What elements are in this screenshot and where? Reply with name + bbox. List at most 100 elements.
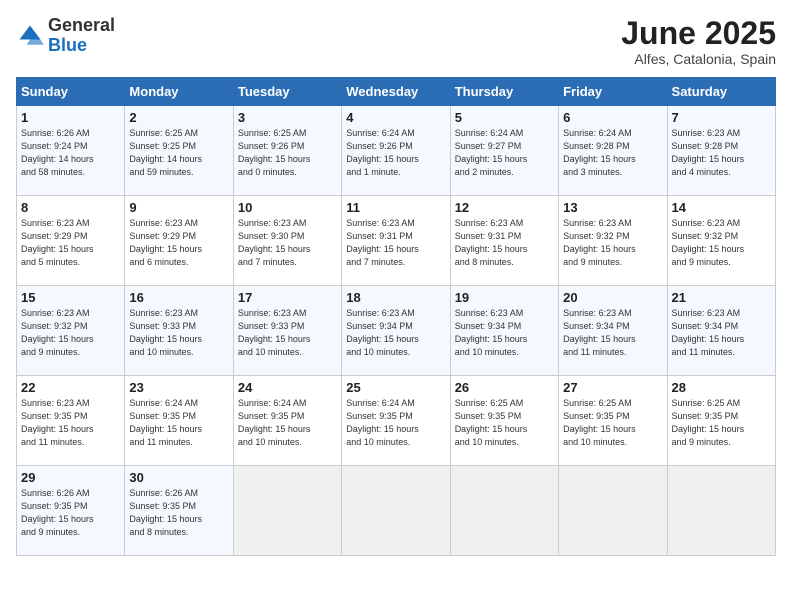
calendar-cell: 4 Sunrise: 6:24 AM Sunset: 9:26 PM Daylig… (342, 106, 450, 196)
day-info: Sunrise: 6:23 AM Sunset: 9:35 PM Dayligh… (21, 397, 120, 449)
day-info: Sunrise: 6:23 AM Sunset: 9:33 PM Dayligh… (238, 307, 337, 359)
day-info: Sunrise: 6:23 AM Sunset: 9:28 PM Dayligh… (672, 127, 771, 179)
weekday-header: Thursday (450, 78, 558, 106)
day-number: 7 (672, 110, 771, 125)
day-number: 19 (455, 290, 554, 305)
day-number: 11 (346, 200, 445, 215)
calendar-cell: 29 Sunrise: 6:26 AM Sunset: 9:35 PM Dayli… (17, 466, 125, 556)
calendar-table: SundayMondayTuesdayWednesdayThursdayFrid… (16, 77, 776, 556)
calendar-cell (450, 466, 558, 556)
calendar-cell: 30 Sunrise: 6:26 AM Sunset: 9:35 PM Dayli… (125, 466, 233, 556)
day-info: Sunrise: 6:25 AM Sunset: 9:35 PM Dayligh… (672, 397, 771, 449)
calendar-cell: 9 Sunrise: 6:23 AM Sunset: 9:29 PM Daylig… (125, 196, 233, 286)
day-info: Sunrise: 6:23 AM Sunset: 9:34 PM Dayligh… (455, 307, 554, 359)
day-number: 29 (21, 470, 120, 485)
day-number: 10 (238, 200, 337, 215)
day-number: 9 (129, 200, 228, 215)
calendar-cell: 21Sunrise: 6:23 AM Sunset: 9:34 PM Dayli… (667, 286, 775, 376)
day-info: Sunrise: 6:25 AM Sunset: 9:25 PM Dayligh… (129, 127, 228, 179)
day-number: 26 (455, 380, 554, 395)
calendar-cell: 10Sunrise: 6:23 AM Sunset: 9:30 PM Dayli… (233, 196, 341, 286)
logo-general: General (48, 15, 115, 35)
day-number: 12 (455, 200, 554, 215)
day-number: 3 (238, 110, 337, 125)
calendar-cell: 27 Sunrise: 6:25 AM Sunset: 9:35 PM Dayli… (559, 376, 667, 466)
weekday-header: Saturday (667, 78, 775, 106)
title-area: June 2025 Alfes, Catalonia, Spain (621, 16, 776, 67)
calendar-cell: 19 Sunrise: 6:23 AM Sunset: 9:34 PM Dayli… (450, 286, 558, 376)
calendar-cell: 12 Sunrise: 6:23 AM Sunset: 9:31 PM Dayli… (450, 196, 558, 286)
calendar-title: June 2025 (621, 16, 776, 51)
calendar-week-row: 29 Sunrise: 6:26 AM Sunset: 9:35 PM Dayli… (17, 466, 776, 556)
day-number: 25 (346, 380, 445, 395)
calendar-cell (342, 466, 450, 556)
day-number: 5 (455, 110, 554, 125)
calendar-cell: 2 Sunrise: 6:25 AM Sunset: 9:25 PM Daylig… (125, 106, 233, 196)
day-info: Sunrise: 6:24 AM Sunset: 9:35 PM Dayligh… (238, 397, 337, 449)
calendar-cell: 17 Sunrise: 6:23 AM Sunset: 9:33 PM Dayli… (233, 286, 341, 376)
calendar-cell: 14Sunrise: 6:23 AM Sunset: 9:32 PM Dayli… (667, 196, 775, 286)
day-info: Sunrise: 6:23 AM Sunset: 9:31 PM Dayligh… (455, 217, 554, 269)
calendar-subtitle: Alfes, Catalonia, Spain (621, 51, 776, 67)
day-number: 15 (21, 290, 120, 305)
page-header: General Blue June 2025 Alfes, Catalonia,… (16, 16, 776, 67)
day-info: Sunrise: 6:26 AM Sunset: 9:35 PM Dayligh… (21, 487, 120, 539)
day-info: Sunrise: 6:23 AM Sunset: 9:33 PM Dayligh… (129, 307, 228, 359)
day-number: 17 (238, 290, 337, 305)
day-number: 28 (672, 380, 771, 395)
logo-text: General Blue (48, 16, 115, 56)
day-info: Sunrise: 6:24 AM Sunset: 9:35 PM Dayligh… (129, 397, 228, 449)
day-info: Sunrise: 6:23 AM Sunset: 9:34 PM Dayligh… (346, 307, 445, 359)
day-number: 30 (129, 470, 228, 485)
day-number: 16 (129, 290, 228, 305)
logo: General Blue (16, 16, 115, 56)
calendar-cell: 6 Sunrise: 6:24 AM Sunset: 9:28 PM Daylig… (559, 106, 667, 196)
day-info: Sunrise: 6:24 AM Sunset: 9:28 PM Dayligh… (563, 127, 662, 179)
weekday-header: Monday (125, 78, 233, 106)
logo-icon (16, 22, 44, 50)
day-info: Sunrise: 6:26 AM Sunset: 9:35 PM Dayligh… (129, 487, 228, 539)
calendar-cell: 28 Sunrise: 6:25 AM Sunset: 9:35 PM Dayli… (667, 376, 775, 466)
day-number: 27 (563, 380, 662, 395)
calendar-cell: 8 Sunrise: 6:23 AM Sunset: 9:29 PM Daylig… (17, 196, 125, 286)
calendar-cell (667, 466, 775, 556)
weekday-header: Tuesday (233, 78, 341, 106)
calendar-cell: 3 Sunrise: 6:25 AM Sunset: 9:26 PM Daylig… (233, 106, 341, 196)
day-number: 22 (21, 380, 120, 395)
day-number: 18 (346, 290, 445, 305)
day-info: Sunrise: 6:23 AM Sunset: 9:29 PM Dayligh… (21, 217, 120, 269)
day-number: 20 (563, 290, 662, 305)
day-info: Sunrise: 6:23 AM Sunset: 9:29 PM Dayligh… (129, 217, 228, 269)
weekday-header-row: SundayMondayTuesdayWednesdayThursdayFrid… (17, 78, 776, 106)
day-number: 2 (129, 110, 228, 125)
calendar-week-row: 1Sunrise: 6:26 AM Sunset: 9:24 PM Daylig… (17, 106, 776, 196)
day-number: 13 (563, 200, 662, 215)
day-info: Sunrise: 6:25 AM Sunset: 9:26 PM Dayligh… (238, 127, 337, 179)
calendar-cell: 20 Sunrise: 6:23 AM Sunset: 9:34 PM Dayli… (559, 286, 667, 376)
day-number: 4 (346, 110, 445, 125)
day-number: 8 (21, 200, 120, 215)
day-number: 6 (563, 110, 662, 125)
day-number: 24 (238, 380, 337, 395)
calendar-cell: 22 Sunrise: 6:23 AM Sunset: 9:35 PM Dayli… (17, 376, 125, 466)
calendar-cell (559, 466, 667, 556)
calendar-cell: 5 Sunrise: 6:24 AM Sunset: 9:27 PM Daylig… (450, 106, 558, 196)
day-info: Sunrise: 6:24 AM Sunset: 9:27 PM Dayligh… (455, 127, 554, 179)
calendar-cell: 15 Sunrise: 6:23 AM Sunset: 9:32 PM Dayli… (17, 286, 125, 376)
day-info: Sunrise: 6:23 AM Sunset: 9:31 PM Dayligh… (346, 217, 445, 269)
day-info: Sunrise: 6:23 AM Sunset: 9:32 PM Dayligh… (21, 307, 120, 359)
calendar-cell (233, 466, 341, 556)
calendar-week-row: 15 Sunrise: 6:23 AM Sunset: 9:32 PM Dayli… (17, 286, 776, 376)
day-info: Sunrise: 6:23 AM Sunset: 9:34 PM Dayligh… (563, 307, 662, 359)
calendar-cell: 13Sunrise: 6:23 AM Sunset: 9:32 PM Dayli… (559, 196, 667, 286)
calendar-cell: 11 Sunrise: 6:23 AM Sunset: 9:31 PM Dayli… (342, 196, 450, 286)
day-info: Sunrise: 6:24 AM Sunset: 9:35 PM Dayligh… (346, 397, 445, 449)
day-info: Sunrise: 6:24 AM Sunset: 9:26 PM Dayligh… (346, 127, 445, 179)
day-info: Sunrise: 6:23 AM Sunset: 9:32 PM Dayligh… (672, 217, 771, 269)
calendar-week-row: 8 Sunrise: 6:23 AM Sunset: 9:29 PM Daylig… (17, 196, 776, 286)
calendar-cell: 25 Sunrise: 6:24 AM Sunset: 9:35 PM Dayli… (342, 376, 450, 466)
day-number: 1 (21, 110, 120, 125)
day-info: Sunrise: 6:25 AM Sunset: 9:35 PM Dayligh… (455, 397, 554, 449)
day-info: Sunrise: 6:25 AM Sunset: 9:35 PM Dayligh… (563, 397, 662, 449)
weekday-header: Wednesday (342, 78, 450, 106)
